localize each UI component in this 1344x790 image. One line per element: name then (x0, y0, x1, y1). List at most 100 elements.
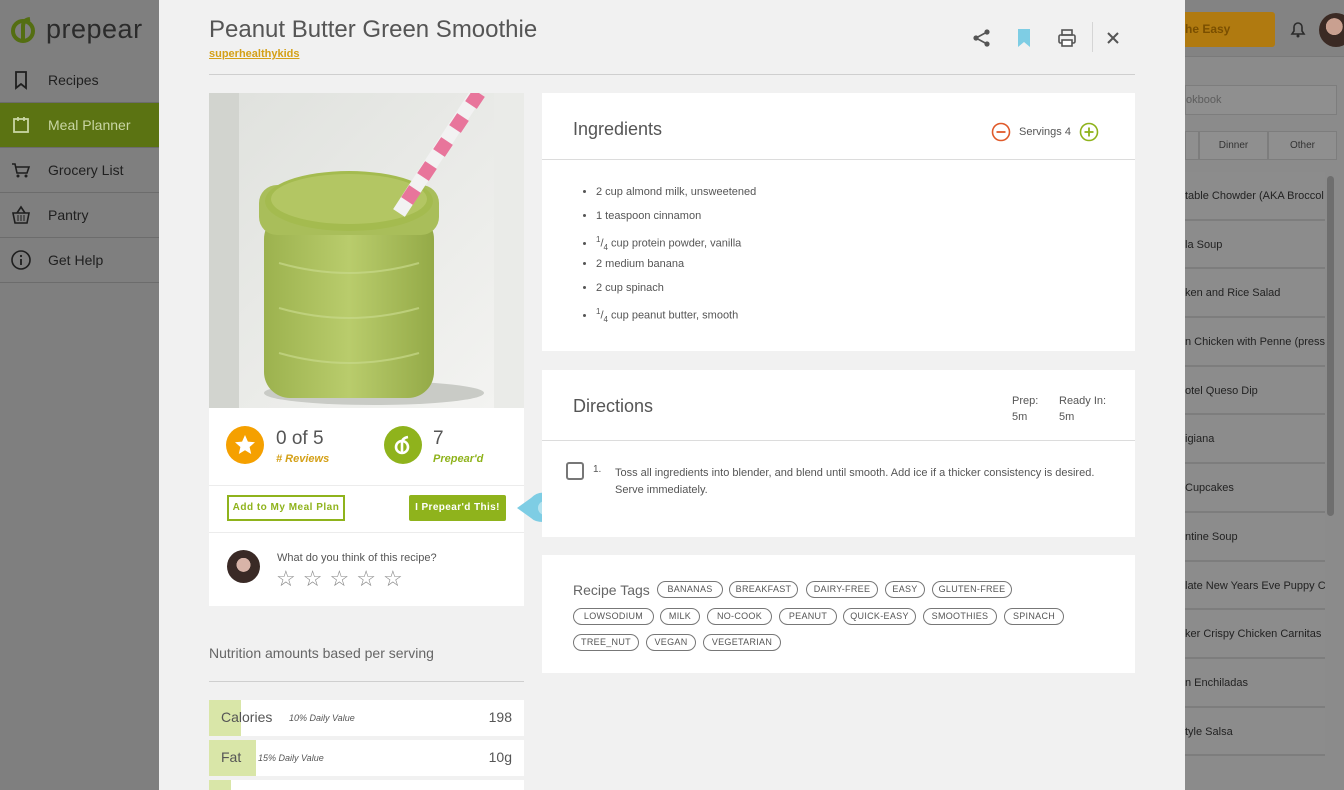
sidebar-item-label: Recipes (48, 72, 99, 88)
share-icon[interactable] (971, 27, 993, 49)
list-item[interactable]: n Chicken with Penne (pressu (1185, 318, 1325, 367)
list-item[interactable]: igiana (1185, 415, 1325, 465)
fraction-numerator: 1 (596, 307, 601, 316)
minus-icon[interactable] (991, 122, 1011, 142)
tag-bananas[interactable]: BANANAS (657, 581, 723, 598)
list-item[interactable]: otel Queso Dip (1185, 366, 1325, 416)
ingredient-text: banana (647, 258, 685, 270)
list-item[interactable]: la Soup (1185, 220, 1325, 270)
tag-quick-easy[interactable]: QUICK-EASY (843, 608, 916, 625)
sidebar-item-meal-planner[interactable]: Meal Planner (0, 103, 159, 148)
review-question: What do you think of this recipe? (277, 552, 437, 564)
ingredient-qty: 2 medium (596, 258, 645, 270)
nutrient-name: Calories (221, 709, 273, 725)
servings-control: Servings 4 (991, 122, 1099, 142)
recipe-source-link[interactable]: superhealthykids (209, 48, 299, 60)
tag-vegan[interactable]: VEGAN (646, 634, 696, 651)
star-icon[interactable]: ☆ (383, 568, 403, 590)
tab-other[interactable]: Other (1268, 131, 1337, 160)
star-icon[interactable]: ☆ (303, 568, 323, 590)
close-icon[interactable] (1102, 27, 1124, 49)
nutrition-row-calories: Calories 10% Daily Value 198 (209, 700, 524, 736)
print-icon[interactable] (1056, 27, 1078, 49)
tag-easy[interactable]: EASY (885, 581, 925, 598)
list-item: 2 cup almond milk, unsweetened (596, 184, 756, 208)
tag-no-cook[interactable]: NO-COOK (707, 608, 772, 625)
tag-smoothies[interactable]: SMOOTHIES (923, 608, 997, 625)
sidebar-item-grocery-list[interactable]: Grocery List (0, 148, 159, 193)
fraction-denominator: 4 (603, 242, 608, 252)
app-logo[interactable]: prepear (0, 0, 159, 58)
tag-dairy-free[interactable]: DAIRY-FREE (806, 581, 878, 598)
list-item: 1/4 cup peanut butter, smooth (596, 304, 756, 328)
ingredients-panel: Ingredients Servings 4 2 cup almond milk… (542, 93, 1135, 351)
list-item: 1 teaspoon cinnamon (596, 208, 756, 232)
list-item[interactable]: late New Years Eve Puppy Cl (1185, 561, 1325, 611)
reviews-link[interactable]: # Reviews (276, 453, 329, 465)
list-item[interactable]: Cupcakes (1185, 464, 1325, 513)
sidebar-item-pantry[interactable]: Pantry (0, 193, 159, 238)
list-item: 1/4 cup protein powder, vanilla (596, 232, 756, 256)
divider (542, 159, 1135, 160)
background-scrollbar[interactable] (1327, 176, 1334, 516)
background-action-button[interactable]: the Easy (1185, 12, 1275, 47)
add-to-meal-plan-button[interactable]: Add to My Meal Plan (227, 495, 345, 521)
sidebar: prepear Recipes Meal Planner Grocery Lis… (0, 0, 159, 790)
list-item[interactable]: n Enchiladas (1185, 658, 1325, 708)
ingredient-qty: 1 teaspoon (596, 210, 651, 222)
background-tabs: Dinner Other (1185, 131, 1337, 160)
list-item[interactable]: ken and Rice Salad (1185, 269, 1325, 319)
daily-value-text: 15% Daily Value (258, 753, 324, 763)
tag-milk[interactable]: MILK (660, 608, 700, 625)
tab-dinner[interactable]: Dinner (1199, 131, 1268, 160)
star-icon[interactable]: ☆ (356, 568, 376, 590)
plus-icon[interactable] (1079, 122, 1099, 142)
list-item[interactable]: ntine Soup (1185, 512, 1325, 562)
info-icon (11, 250, 31, 270)
prepear-logo-icon (384, 426, 422, 464)
bell-icon[interactable] (1287, 18, 1309, 40)
cookbook-search-input[interactable]: okbook (1185, 85, 1337, 115)
list-item: 2 medium banana (596, 256, 756, 280)
ingredient-text: spinach (625, 282, 664, 294)
tab-partial[interactable] (1185, 131, 1199, 160)
user-avatar[interactable] (1319, 13, 1344, 47)
sidebar-item-label: Grocery List (48, 162, 124, 178)
prepeard-count: 7 (433, 428, 444, 449)
tag-vegetarian[interactable]: VEGETARIAN (703, 634, 781, 651)
sidebar-item-label: Get Help (48, 252, 104, 268)
list-item[interactable]: table Chowder (AKA Broccol (1185, 172, 1325, 221)
step-checkbox[interactable] (566, 462, 584, 480)
list-item[interactable]: tyle Salsa (1185, 707, 1325, 757)
ingredient-qty: 2 cup (596, 282, 623, 294)
logo-text: prepear (46, 13, 143, 44)
star-rating-input[interactable]: ☆ ☆ ☆ ☆ ☆ (276, 568, 403, 590)
ready-value: 5m (1059, 411, 1075, 423)
sidebar-item-get-help[interactable]: Get Help (0, 238, 159, 283)
directions-title: Directions (573, 396, 654, 416)
daily-value-text: 10% Daily Value (289, 713, 355, 723)
star-icon[interactable]: ☆ (329, 568, 349, 590)
basket-icon (12, 205, 30, 224)
star-icon[interactable]: ☆ (276, 568, 296, 590)
rating-star-icon (226, 426, 264, 464)
prepeard-label: Prepear'd (433, 453, 484, 465)
divider (209, 532, 524, 533)
nutrition-row-partial (209, 780, 524, 790)
tag-gluten-free[interactable]: GLUTEN-FREE (932, 581, 1012, 598)
recipe-list: table Chowder (AKA Broccol la Soup ken a… (1185, 172, 1325, 757)
recipe-photo (209, 93, 524, 408)
tag-spinach[interactable]: SPINACH (1004, 608, 1064, 625)
tag-breakfast[interactable]: BREAKFAST (729, 581, 798, 598)
sidebar-item-recipes[interactable]: Recipes (0, 58, 159, 103)
nutrient-name: Fat (221, 749, 242, 765)
list-item[interactable]: ker Crispy Chicken Carnitas (1185, 610, 1325, 659)
prepeard-this-button[interactable]: I Prepear'd This! (409, 495, 506, 521)
tag-lowsodium[interactable]: LOWSODIUM (573, 608, 654, 625)
bookmark-icon[interactable] (1013, 27, 1035, 49)
directions-panel: Directions Prep: 5m Ready In: 5m 1. Toss… (542, 370, 1135, 537)
sidebar-item-label: Meal Planner (48, 117, 131, 133)
tag-peanut[interactable]: PEANUT (779, 608, 837, 625)
avatar (227, 550, 260, 583)
tag-tree-nut[interactable]: TREE_NUT (573, 634, 639, 651)
